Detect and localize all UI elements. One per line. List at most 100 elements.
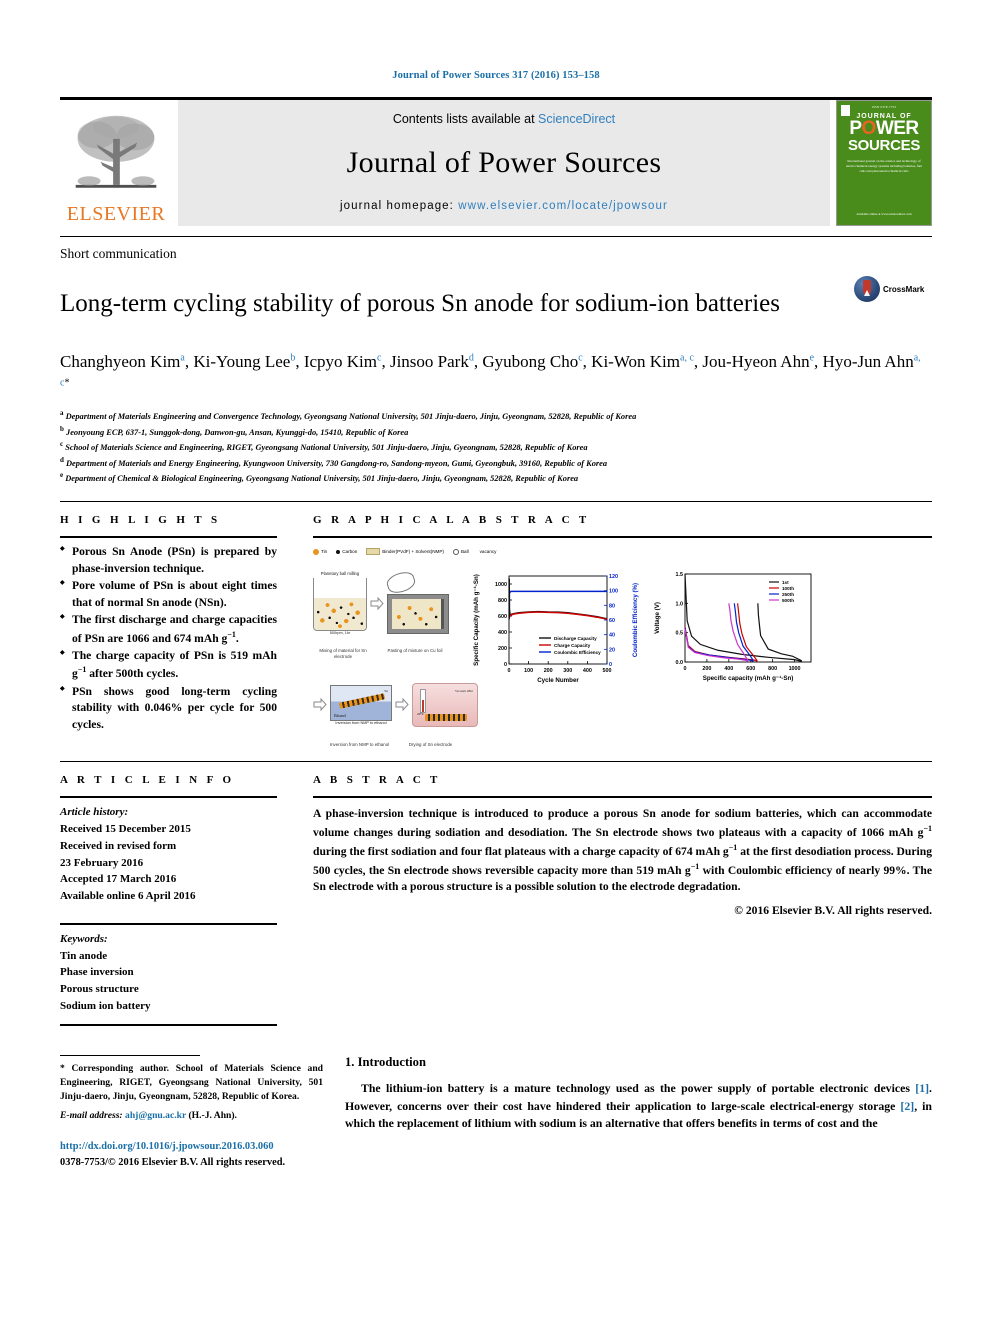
graphical-abstract-legend: Tin Carbon Binder(PVdF) + Solvent(NMP) Ball… — [313, 548, 932, 556]
arrow-right-icon-2 — [313, 698, 327, 712]
affiliation-text: Department of Materials Engineering and … — [63, 412, 637, 422]
email-label: E-mail address: — [60, 1109, 123, 1121]
graphical-abstract-heading: G R A P H I C A L A B S T R A C T — [313, 514, 590, 527]
affiliation-text: Jeonyoung ECP, 637-1, Sunggok-dong, Danw… — [63, 427, 409, 437]
svg-text:Cycle Number: Cycle Number — [537, 677, 579, 684]
step2-caption: Pasting of mixture on Cu foil — [387, 648, 443, 654]
citation-ref-1[interactable]: [1] — [915, 1081, 929, 1095]
keywords-bottom-rule — [60, 1024, 277, 1027]
svg-text:100: 100 — [524, 668, 533, 674]
svg-text:250th: 250th — [782, 592, 794, 597]
svg-text:Specific Capacity (mAh g⁻¹-Sn): Specific Capacity (mAh g⁻¹-Sn) — [473, 575, 480, 667]
citation-ref-2[interactable]: [2] — [900, 1099, 914, 1113]
sn-label: Sn — [384, 688, 388, 693]
svg-text:0: 0 — [609, 662, 612, 668]
cover-power-word: POWER — [849, 118, 919, 139]
inversion-sub-label: Inversion from NMP to ethanol — [335, 720, 387, 725]
svg-text:200: 200 — [544, 668, 553, 674]
graphical-abstract-column: G R A P H I C A L A B S T R A C T Tin Car… — [305, 502, 932, 747]
sciencedirect-link[interactable]: ScienceDirect — [538, 112, 615, 126]
email-address[interactable]: ahj@gnu.ac.kr — [125, 1110, 186, 1121]
sn-electrode-strip — [338, 693, 386, 709]
svg-text:Coulombic Efficiency: Coulombic Efficiency — [554, 650, 601, 655]
affiliation-list: a Department of Materials Engineering an… — [60, 408, 932, 485]
author-affil-mark: a, c — [680, 352, 694, 364]
abstract-sup-1: −1 — [923, 824, 932, 834]
abstract-part-2: during the first sodiation and four flat… — [313, 844, 729, 858]
history-item: Received in revised form — [60, 839, 177, 852]
dried-electrode-film — [425, 713, 467, 721]
author-affil-mark: c — [377, 352, 382, 364]
footnote-rule — [60, 1055, 200, 1056]
crossmark-badge[interactable]: CrossMark — [854, 272, 932, 302]
author-name: Jou-Hyeon Ahn — [702, 352, 810, 371]
legend-item: Binder(PVdF) + Solvent(NMP) — [366, 548, 444, 556]
introduction-heading: 1. Introduction — [345, 1055, 426, 1069]
footer-left-column: * Corresponding author. School of Materi… — [60, 1055, 345, 1170]
process-step-inversion: Sn Ethanol Inversion from NMP to ethanol — [330, 684, 392, 725]
elsevier-tree-icon — [75, 115, 157, 188]
ethanol-label: Ethanol — [334, 713, 346, 718]
history-label: Article history: — [60, 806, 129, 819]
process-step-row-2: Sn Ethanol Inversion from NMP to ethanol — [313, 670, 478, 740]
svg-text:1st: 1st — [782, 580, 789, 585]
arrow-right-icon-1 — [370, 596, 384, 610]
article-type: Short communication — [60, 246, 177, 261]
svg-text:400: 400 — [724, 666, 733, 672]
article-info-column: A R T I C L E I N F O Article history: R… — [60, 762, 305, 1027]
svg-text:Discharge Capacity: Discharge Capacity — [554, 636, 597, 641]
author-affil-mark: b — [290, 352, 296, 364]
journal-cover-thumbnail: ISSN 0378-7753 JOURNAL OF POWER SOURCES … — [836, 100, 932, 226]
tin-swatch-icon — [313, 548, 319, 555]
abstract-body: A phase-inversion technique is introduce… — [313, 798, 932, 896]
author-name: Jinsoo Park — [389, 352, 469, 371]
legend-label: Binder(PVdF) + Solvent(NMP) — [382, 549, 444, 555]
affiliation-item: c School of Materials Science and Engine… — [60, 439, 932, 454]
cu-foil — [392, 598, 444, 629]
history-item: 23 February 2016 — [60, 856, 144, 869]
keywords-block: Keywords: Tin anode Phase inversion Porous… — [60, 925, 277, 1015]
svg-text:0: 0 — [684, 666, 687, 672]
svg-text:500: 500 — [603, 668, 612, 674]
abstract-column: A B S T R A C T A phase-inversion techni… — [305, 762, 932, 1026]
legend-label: vacancy — [479, 549, 497, 555]
svg-text:Charge Capacity: Charge Capacity — [554, 643, 591, 648]
title-row: Long-term cycling stability of porous Sn… — [60, 272, 932, 336]
svg-text:0: 0 — [508, 668, 511, 674]
cover-footer: Available online at www.sciencedirect.co… — [856, 211, 912, 216]
author-list: Changhyeon Kima, Ki-Young Leeb, Icpyo Ki… — [60, 352, 921, 388]
elsevier-logo: ELSEVIER — [60, 100, 172, 226]
homepage-url[interactable]: www.elsevier.com/locate/jpowsour — [458, 200, 668, 212]
history-item: Available online 6 April 2016 — [60, 890, 196, 903]
cover-issn: ISSN 0378-7753 — [871, 105, 897, 109]
author-affil-mark: d — [468, 352, 474, 364]
carbon-swatch-icon — [336, 549, 341, 554]
process-diagram: Planetary ball milling 500rpm, 1hr Mixin… — [313, 560, 478, 747]
svg-text:200: 200 — [498, 646, 507, 652]
highlights-column: H I G H L I G H T S Porous Sn Anode (PSn… — [60, 502, 305, 747]
corresponding-author-mark: * — [64, 376, 70, 388]
beaker-icon — [313, 578, 367, 632]
email-owner: (H.-J. Ahn). — [188, 1109, 237, 1121]
crossmark-label: CrossMark — [883, 284, 925, 294]
abstract-sup-2: −1 — [728, 842, 738, 852]
articleinfo-abstract-band: A R T I C L E I N F O Article history: R… — [60, 761, 932, 1027]
step3-caption: Inversion from NMP to ethanol — [329, 741, 390, 747]
cycling-chart-svg: 0 100 200 300 400 500020040060080010000204060… — [473, 574, 639, 684]
email-line: E-mail address: ahj@gnu.ac.kr (H.-J. Ahn… — [60, 1104, 323, 1123]
journal-title: Journal of Power Sources — [346, 146, 662, 179]
article-info-heading: A R T I C L E I N F O — [60, 774, 235, 787]
svg-text:120: 120 — [609, 574, 618, 580]
page-title: Long-term cycling stability of porous Sn… — [60, 289, 780, 317]
step1-caption: Mixing of material for Sn electrode — [319, 648, 367, 660]
highlights-graphical-band: H I G H L I G H T S Porous Sn Anode (PSn… — [60, 501, 932, 747]
voltage-chart-svg: 0 200 400 600 800 1000 0.0 0.5 1.0 1.5 Specific ca… — [654, 572, 812, 682]
doi-link[interactable]: http://dx.doi.org/10.1016/j.jpowsour.201… — [60, 1139, 323, 1155]
highlights-list: Porous Sn Anode (PSn) is prepared by pha… — [60, 538, 277, 733]
issn-copyright-line: 0378-7753/© 2016 Elsevier B.V. All right… — [60, 1156, 286, 1168]
page-footer-area: * Corresponding author. School of Materi… — [60, 1055, 932, 1170]
author-name: Changhyeon Kim — [60, 352, 181, 371]
svg-text:1000: 1000 — [789, 666, 801, 672]
contents-prefix: Contents lists available at — [392, 112, 539, 126]
masthead-bottom-rule — [60, 236, 932, 237]
